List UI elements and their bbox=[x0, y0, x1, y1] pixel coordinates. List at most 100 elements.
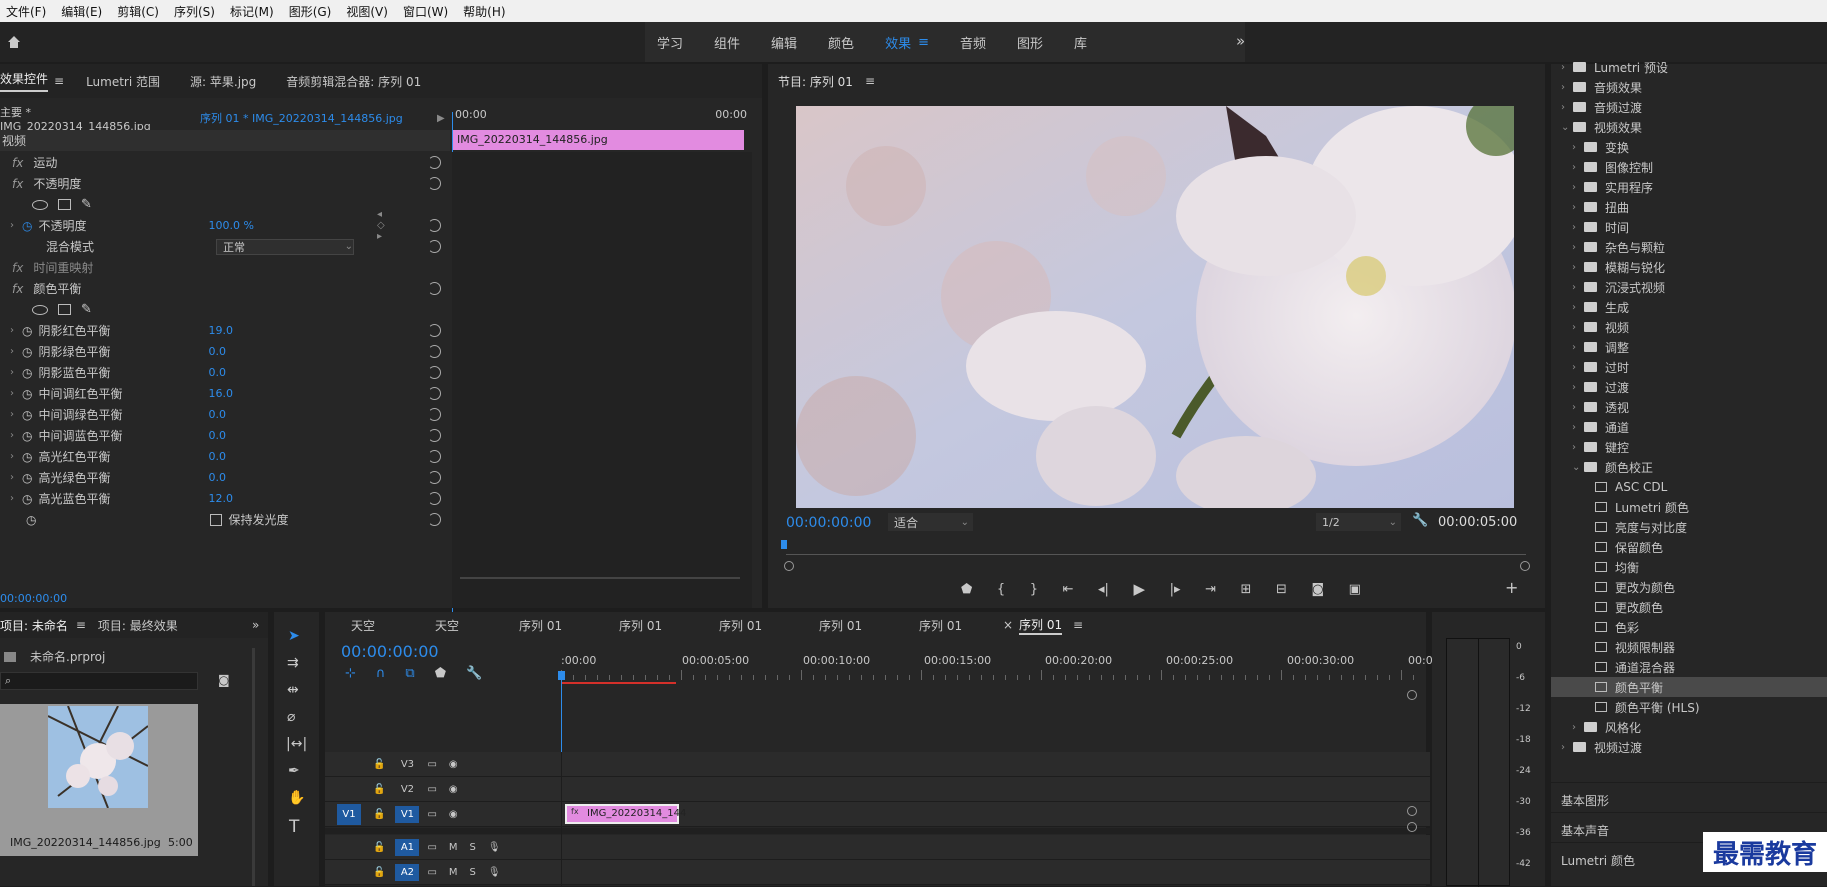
effect-folder[interactable]: › 过渡 bbox=[1551, 377, 1827, 397]
ellipse-mask-icon[interactable] bbox=[32, 304, 48, 315]
reset-icon[interactable] bbox=[428, 177, 441, 190]
zoom-scroll[interactable] bbox=[460, 577, 740, 579]
pen-tool-icon[interactable]: ✒ bbox=[288, 763, 300, 779]
param-value[interactable]: 0.0 bbox=[208, 408, 226, 421]
lock-icon[interactable]: 🔓 bbox=[373, 809, 385, 820]
section-essential-sound[interactable]: 基本声音 bbox=[1561, 822, 1609, 839]
timeline-tab[interactable]: 序列 01 bbox=[1019, 616, 1063, 635]
effect-folder[interactable]: › 时间 bbox=[1551, 217, 1827, 237]
keyframe-nav-icon[interactable]: ◂ ◇ ▸ bbox=[377, 209, 385, 242]
reset-icon[interactable] bbox=[428, 156, 441, 169]
mini-clip-bar[interactable]: IMG_20220314_144856.jpg bbox=[452, 130, 744, 150]
effect-folder[interactable]: › 扭曲 bbox=[1551, 197, 1827, 217]
lock-icon[interactable]: 🔓 bbox=[373, 867, 385, 878]
play-icon[interactable]: ▶ bbox=[1134, 580, 1146, 598]
sequence-clip-label[interactable]: 序列 01 * IMG_20220314_144856.jpg bbox=[180, 110, 403, 126]
param-value[interactable]: 0.0 bbox=[208, 471, 226, 484]
stopwatch-icon[interactable]: ◷ bbox=[22, 492, 32, 506]
go-to-in-icon[interactable]: ⇤ bbox=[1063, 582, 1074, 597]
chevron-right-icon[interactable]: › bbox=[1572, 282, 1584, 293]
menu-help[interactable]: 帮助(H) bbox=[457, 3, 514, 20]
menu-edit[interactable]: 编辑(E) bbox=[55, 3, 111, 20]
workspace-libraries[interactable]: 库 bbox=[1062, 33, 1106, 52]
reset-icon[interactable] bbox=[428, 387, 441, 400]
step-forward-icon[interactable]: |▸ bbox=[1170, 582, 1181, 597]
workspace-learn[interactable]: 学习 bbox=[645, 33, 702, 52]
type-tool-icon[interactable]: T bbox=[289, 817, 299, 837]
expand-icon[interactable]: › bbox=[10, 451, 14, 462]
selection-tool-icon[interactable]: ➤ bbox=[288, 628, 300, 644]
chevron-right-icon[interactable]: › bbox=[1572, 342, 1584, 353]
hand-tool-icon[interactable]: ✋ bbox=[288, 790, 305, 806]
timeline-tab[interactable]: 序列 01 bbox=[819, 617, 862, 634]
tab-lumetri-scopes[interactable]: Lumetri 范围 bbox=[86, 73, 160, 90]
mute-button[interactable]: M bbox=[449, 842, 458, 853]
stopwatch-icon[interactable]: ◷ bbox=[22, 471, 32, 485]
track-target[interactable]: A2 bbox=[395, 864, 420, 881]
effect-folder[interactable]: › 通道 bbox=[1551, 417, 1827, 437]
effect-item[interactable]: 视频限制器 bbox=[1551, 637, 1827, 657]
sync-lock-icon[interactable]: ▭ bbox=[427, 867, 436, 878]
find-icon[interactable]: ◙ bbox=[218, 673, 230, 687]
effect-folder[interactable]: ⌄ 颜色校正 bbox=[1551, 457, 1827, 477]
home-icon[interactable] bbox=[6, 34, 22, 50]
program-ruler[interactable] bbox=[786, 543, 1526, 555]
timeline-tab[interactable]: 序列 01 bbox=[519, 617, 562, 634]
tab-project-untitled[interactable]: 项目: 未命名 bbox=[0, 617, 68, 634]
effect-item[interactable]: 颜色平衡 bbox=[1551, 677, 1827, 697]
timeline-tab[interactable]: 序列 01 bbox=[619, 617, 662, 634]
fx-motion-row[interactable]: fx 运动 bbox=[0, 152, 57, 173]
effect-item[interactable]: Lumetri 颜色 bbox=[1551, 497, 1827, 517]
chevron-right-icon[interactable]: › bbox=[1572, 402, 1584, 413]
chevron-right-icon[interactable]: › bbox=[1572, 182, 1584, 193]
effect-folder[interactable]: › 视频过渡 bbox=[1551, 737, 1827, 757]
workspace-assembly[interactable]: 组件 bbox=[702, 33, 759, 52]
wrench-icon[interactable]: 🔧 bbox=[466, 666, 482, 681]
param-value[interactable]: 0.0 bbox=[208, 366, 226, 379]
workspace-menu-icon[interactable]: ≡ bbox=[906, 35, 948, 50]
reset-icon[interactable] bbox=[428, 324, 441, 337]
effect-folder[interactable]: › 生成 bbox=[1551, 297, 1827, 317]
effect-folder[interactable]: › 模糊与锐化 bbox=[1551, 257, 1827, 277]
preserve-luminosity-checkbox[interactable] bbox=[210, 513, 223, 526]
effect-item[interactable]: 保留颜色 bbox=[1551, 537, 1827, 557]
menu-sequence[interactable]: 序列(S) bbox=[168, 3, 224, 20]
compare-icon[interactable]: ▣ bbox=[1349, 582, 1361, 597]
reset-icon[interactable] bbox=[428, 408, 441, 421]
track-target[interactable]: V1 bbox=[395, 806, 420, 823]
effect-folder[interactable]: › 变换 bbox=[1551, 137, 1827, 157]
param-value[interactable]: 0.0 bbox=[208, 345, 226, 358]
sync-lock-icon[interactable]: ▭ bbox=[427, 809, 436, 820]
microphone-icon[interactable]: 🎙 bbox=[488, 867, 501, 878]
effect-item[interactable]: 色彩 bbox=[1551, 617, 1827, 637]
lock-icon[interactable]: 🔓 bbox=[373, 759, 385, 770]
add-marker-icon[interactable]: ⬟ bbox=[961, 582, 972, 597]
sync-lock-icon[interactable]: ▭ bbox=[427, 784, 436, 795]
linked-selection-icon[interactable]: ⧉ bbox=[405, 666, 414, 681]
eye-icon[interactable]: ◉ bbox=[449, 809, 458, 820]
pen-mask-icon[interactable]: ✎ bbox=[81, 302, 92, 317]
wrench-icon[interactable]: 🔧 bbox=[1412, 513, 1428, 528]
stopwatch-icon[interactable]: ◷ bbox=[22, 219, 32, 233]
effect-folder[interactable]: › 实用程序 bbox=[1551, 177, 1827, 197]
reset-icon[interactable] bbox=[428, 471, 441, 484]
effect-folder[interactable]: › 调整 bbox=[1551, 337, 1827, 357]
go-to-out-icon[interactable]: ⇥ bbox=[1205, 582, 1216, 597]
step-back-icon[interactable]: ◂| bbox=[1098, 582, 1109, 597]
effect-item[interactable]: 更改为颜色 bbox=[1551, 577, 1827, 597]
play-only-icon[interactable]: ▶ bbox=[437, 113, 445, 124]
menu-marker[interactable]: 标记(M) bbox=[224, 3, 283, 20]
ellipse-mask-icon[interactable] bbox=[32, 199, 48, 210]
eye-icon[interactable]: ◉ bbox=[449, 784, 458, 795]
extract-icon[interactable]: ⊟ bbox=[1276, 582, 1287, 597]
effect-folder[interactable]: › 过时 bbox=[1551, 357, 1827, 377]
chevron-right-icon[interactable]: › bbox=[1561, 742, 1573, 753]
timeline-tab[interactable]: 天空 bbox=[435, 617, 459, 634]
stopwatch-icon[interactable]: ◷ bbox=[26, 513, 36, 527]
overflow-icon[interactable]: » bbox=[252, 618, 259, 632]
effect-item[interactable]: 亮度与对比度 bbox=[1551, 517, 1827, 537]
param-value[interactable]: 19.0 bbox=[208, 324, 233, 337]
effect-controls-timecode[interactable]: 00:00:00:00 bbox=[0, 592, 67, 605]
playhead-handle[interactable] bbox=[558, 671, 565, 680]
scroll-handle-icon[interactable] bbox=[1407, 690, 1417, 700]
